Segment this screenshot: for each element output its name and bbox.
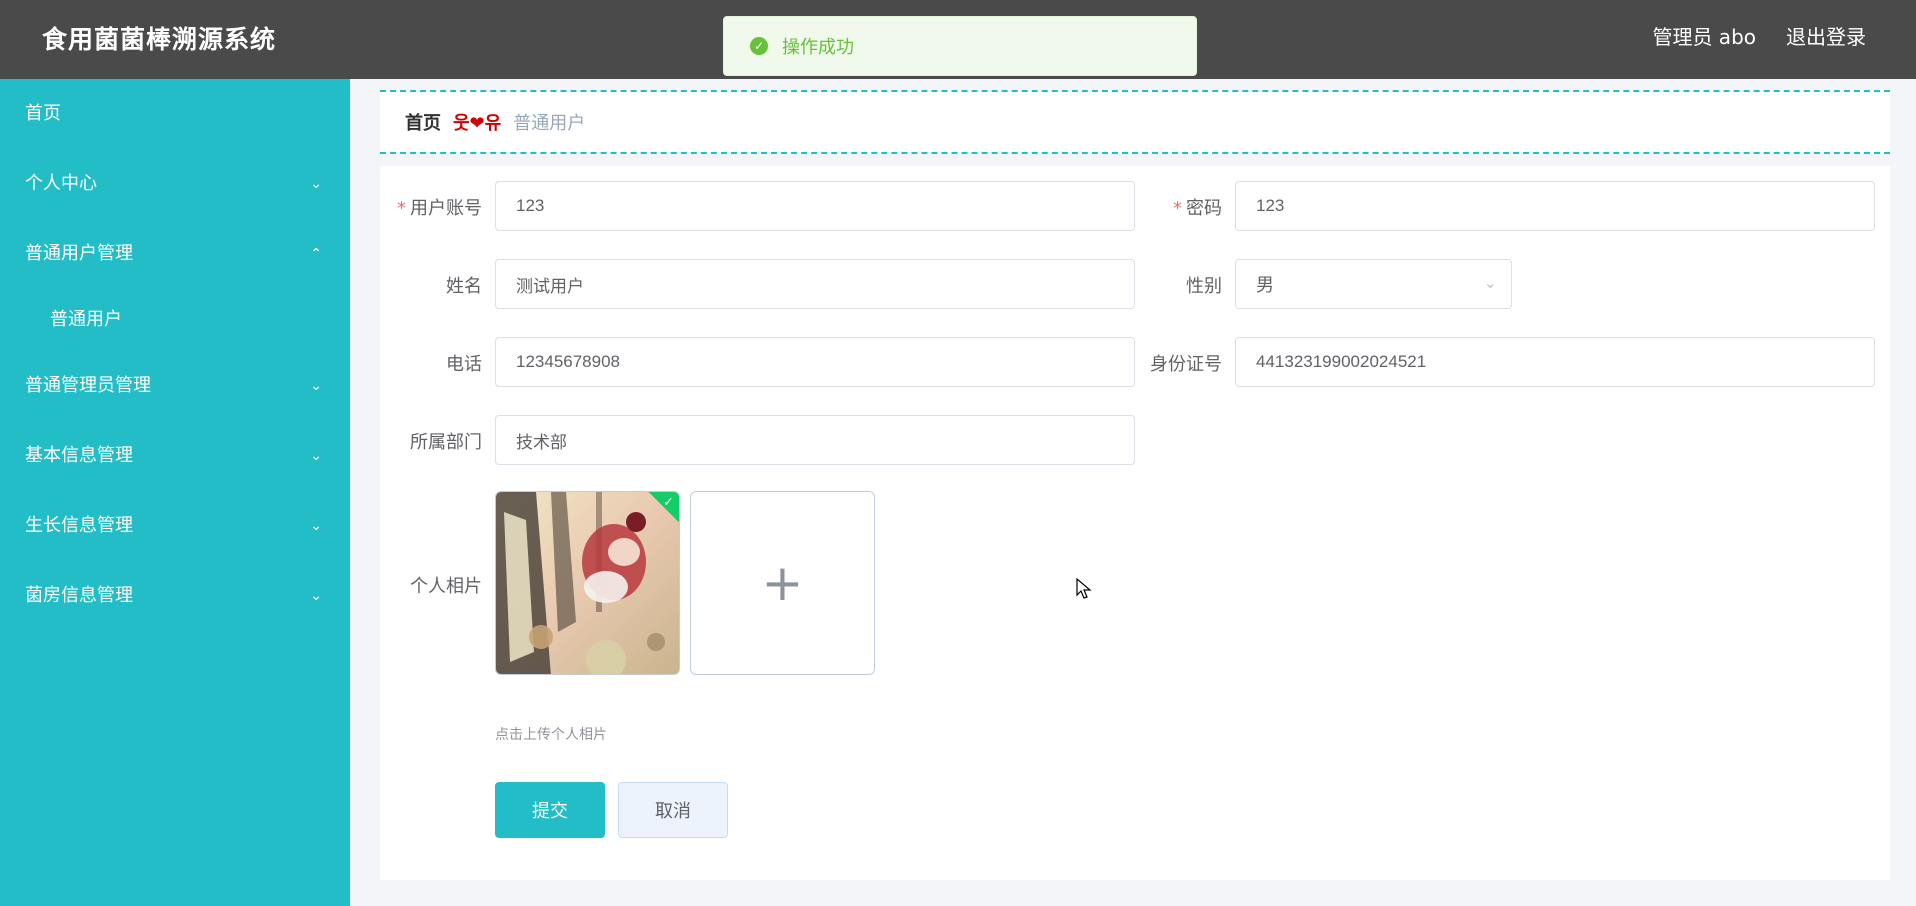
- id-card-input[interactable]: [1235, 337, 1875, 387]
- phone-label: 电话: [446, 354, 482, 375]
- breadcrumb-separator: 웃❤유: [453, 113, 502, 134]
- check-circle-icon: ✓: [750, 37, 768, 55]
- breadcrumb-home[interactable]: 首页: [405, 109, 441, 135]
- sidebar-item-label: 菌房信息管理: [25, 585, 133, 606]
- chevron-down-icon: ⌄: [1483, 273, 1497, 292]
- sidebar-item-user-management[interactable]: 普通用户管理 ⌃: [0, 219, 350, 289]
- sidebar-item-room-info[interactable]: 菌房信息管理 ⌄: [0, 561, 350, 631]
- chevron-down-icon: ⌄: [310, 378, 322, 394]
- header-right: 管理员 abo 退出登录: [1652, 21, 1866, 50]
- gender-select[interactable]: 男 ⌄: [1235, 259, 1512, 309]
- chevron-down-icon: ⌄: [310, 448, 322, 464]
- sidebar-item-home[interactable]: 首页: [0, 79, 350, 149]
- success-toast: ✓ 操作成功: [723, 16, 1197, 76]
- breadcrumb-current: 普通用户: [513, 113, 586, 134]
- check-icon: ✓: [663, 495, 674, 510]
- gender-label: 性别: [1186, 276, 1222, 297]
- app-title: 食用菌菌棒溯源系统: [42, 25, 277, 54]
- mouse-cursor-icon: [1076, 578, 1092, 599]
- password-label: * 密码: [1173, 198, 1222, 219]
- plus-icon: +: [761, 554, 804, 612]
- phone-input[interactable]: [495, 337, 1135, 387]
- sidebar-item-label: 个人中心: [25, 173, 97, 194]
- chevron-down-icon: ⌄: [310, 518, 322, 534]
- upload-tip: 点击上传个人相片: [495, 727, 607, 743]
- sidebar-item-label: 普通用户管理: [25, 243, 133, 264]
- name-input[interactable]: [495, 259, 1135, 309]
- photo-upload-button[interactable]: +: [690, 491, 875, 675]
- sidebar-item-label: 首页: [25, 103, 61, 124]
- photo-image: [496, 492, 679, 674]
- gender-value: 男: [1256, 275, 1274, 296]
- logout-link[interactable]: 退出登录: [1786, 21, 1866, 50]
- sidebar-item-personal-center[interactable]: 个人中心 ⌄: [0, 149, 350, 219]
- sidebar-item-label: 普通用户: [50, 309, 122, 330]
- current-user: 管理员 abo: [1652, 25, 1756, 49]
- breadcrumb: 首页 웃❤유 普通用户: [380, 90, 1890, 154]
- sidebar-item-admin-management[interactable]: 普通管理员管理 ⌄: [0, 351, 350, 421]
- department-label: 所属部门: [410, 432, 482, 453]
- chevron-down-icon: ⌄: [310, 588, 322, 604]
- sidebar-item-label: 普通管理员管理: [25, 375, 151, 396]
- sidebar-item-basic-info[interactable]: 基本信息管理 ⌄: [0, 421, 350, 491]
- sidebar-subitem-users[interactable]: 普通用户: [0, 289, 350, 351]
- cancel-button[interactable]: 取消: [618, 782, 728, 838]
- password-input[interactable]: [1235, 181, 1875, 231]
- toast-message: 操作成功: [782, 37, 854, 58]
- sidebar-item-label: 基本信息管理: [25, 445, 133, 466]
- name-label: 姓名: [446, 276, 482, 297]
- account-label: * 用户账号: [397, 198, 482, 219]
- chevron-up-icon: ⌃: [310, 246, 322, 262]
- id-card-label: 身份证号: [1150, 354, 1222, 375]
- department-input[interactable]: [495, 415, 1135, 465]
- photo-thumbnail[interactable]: ✓: [495, 491, 680, 675]
- photo-label: 个人相片: [410, 576, 482, 597]
- account-input[interactable]: [495, 181, 1135, 231]
- chevron-down-icon: ⌄: [310, 176, 322, 192]
- sidebar-item-growth-info[interactable]: 生长信息管理 ⌄: [0, 491, 350, 561]
- sidebar: 首页 个人中心 ⌄ 普通用户管理 ⌃ 普通用户 普通管理员管理 ⌄ 基本信息管理…: [0, 79, 350, 906]
- submit-button[interactable]: 提交: [495, 782, 605, 838]
- sidebar-item-label: 生长信息管理: [25, 515, 133, 536]
